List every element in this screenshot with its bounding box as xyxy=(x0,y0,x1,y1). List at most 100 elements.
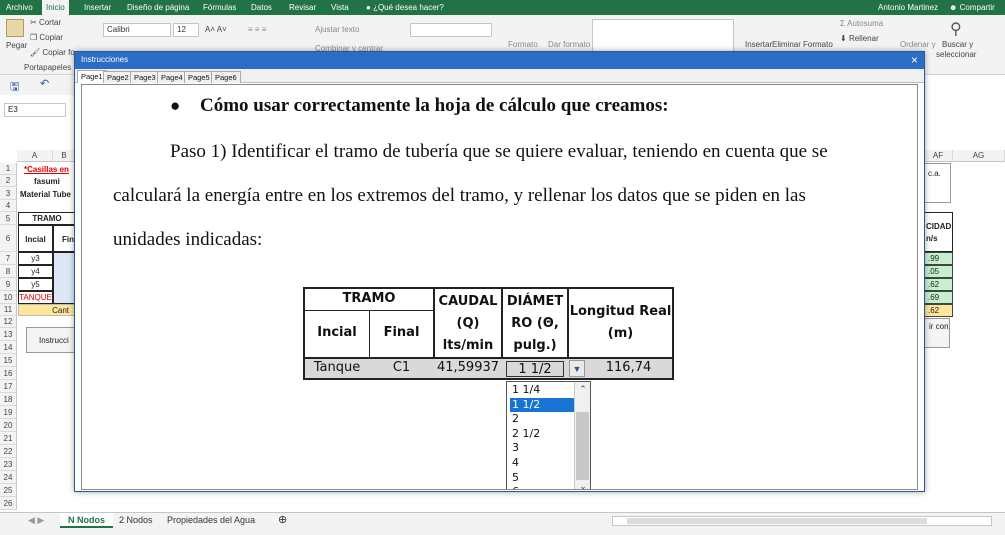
row-header-8[interactable]: 8 xyxy=(0,265,17,278)
prev-sheet-icon[interactable]: ◀ ▶ xyxy=(20,513,52,528)
row-header-6[interactable]: 6 xyxy=(0,225,17,252)
velocity-value[interactable]: .99 xyxy=(924,252,953,265)
row-header-9[interactable]: 9 xyxy=(0,278,17,291)
cell-af5[interactable]: CIDAD n/s xyxy=(924,212,953,252)
sort-filter-button[interactable]: Ordenar y xyxy=(900,40,936,49)
cell-a7[interactable]: y3 xyxy=(18,252,53,265)
tab-page4[interactable]: Page4 xyxy=(157,71,187,83)
chevron-down-icon[interactable]: ▼ xyxy=(569,360,585,377)
tab-diseno-pagina[interactable]: Diseño de página xyxy=(123,0,193,15)
velocity-value[interactable]: .05 xyxy=(924,265,953,278)
wrap-text-button[interactable]: Ajustar texto xyxy=(315,25,359,34)
row-header-1[interactable]: 1 xyxy=(0,163,17,175)
row-header-20[interactable]: 20 xyxy=(0,419,17,432)
copy-button[interactable]: ❐ Copiar xyxy=(30,33,63,42)
font-size-select[interactable]: 12 xyxy=(173,23,199,37)
cell-a1[interactable]: *Casillas en xyxy=(24,165,69,174)
row-header-5[interactable]: 5 xyxy=(0,212,17,225)
format-table-button[interactable]: Dar formato xyxy=(548,40,590,49)
cell-b7-b10[interactable] xyxy=(53,252,76,304)
row-header-3[interactable]: 3 xyxy=(0,187,17,200)
share-button[interactable]: ☻ Compartir xyxy=(945,0,999,15)
cell-a6[interactable]: Incial xyxy=(18,225,53,252)
row-header-12[interactable]: 12 xyxy=(0,316,17,328)
dropdown-option[interactable]: 1 1/4 xyxy=(510,383,574,398)
tab-insertar[interactable]: Insertar xyxy=(80,0,115,15)
dropdown-option[interactable]: 2 xyxy=(510,412,574,427)
tab-page2[interactable]: Page2 xyxy=(103,71,133,83)
row-header-7[interactable]: 7 xyxy=(0,252,17,265)
name-box[interactable]: E3 xyxy=(4,103,66,117)
col-header-ag[interactable]: AG xyxy=(953,150,1005,162)
row-header-14[interactable]: 14 xyxy=(0,341,17,354)
tab-page3[interactable]: Page3 xyxy=(130,71,160,83)
sheet-tab-propiedades[interactable]: Propiedades del Agua xyxy=(159,513,263,528)
row-header-15[interactable]: 15 xyxy=(0,354,17,367)
sheet-tab-n-nodos[interactable]: N Nodos xyxy=(60,513,113,528)
row-header-21[interactable]: 21 xyxy=(0,432,17,445)
tab-formulas[interactable]: Fórmulas xyxy=(199,0,240,15)
grow-font-icon[interactable]: A˄ A˅ xyxy=(205,25,227,34)
number-format-select[interactable] xyxy=(410,23,492,37)
row-header-24[interactable]: 24 xyxy=(0,471,17,484)
right-button[interactable]: ir con xyxy=(924,318,950,348)
col-header-a[interactable]: A xyxy=(17,150,53,162)
dropdown-option[interactable]: 5 xyxy=(510,471,574,486)
tab-inicio[interactable]: Inicio xyxy=(42,0,69,15)
tab-revisar[interactable]: Revisar xyxy=(285,0,320,15)
save-icon[interactable]: 🖫 xyxy=(10,78,19,97)
row-header-16[interactable]: 16 xyxy=(0,367,17,380)
cell-a9[interactable]: y5 xyxy=(18,278,53,291)
col-header-b[interactable]: B xyxy=(53,150,76,162)
font-name-select[interactable]: Calibri xyxy=(103,23,171,37)
cell-a2[interactable]: fasumi xyxy=(34,177,60,186)
close-icon[interactable]: × xyxy=(907,53,922,68)
find-select-button[interactable]: Buscar y xyxy=(942,40,973,49)
row-header-11[interactable]: 11 xyxy=(0,304,17,316)
cell-a8[interactable]: y4 xyxy=(18,265,53,278)
velocity-value[interactable]: .62 xyxy=(924,278,953,291)
instructions-button[interactable]: Instrucci xyxy=(26,327,76,353)
cond-format-button[interactable]: Formato xyxy=(508,40,538,49)
row-header-2[interactable]: 2 xyxy=(0,175,17,187)
col-header-af[interactable]: AF xyxy=(924,150,953,162)
dialog-title-bar[interactable] xyxy=(75,52,924,69)
cell-a10[interactable]: TANQUE xyxy=(18,291,53,304)
cell-af1[interactable]: c.a. xyxy=(924,163,951,203)
horizontal-scrollbar[interactable] xyxy=(612,516,992,526)
paste-button[interactable]: Pegar xyxy=(6,41,27,50)
paste-icon[interactable] xyxy=(6,19,24,37)
diameter-select[interactable]: 1 1/2 xyxy=(506,361,564,377)
row-header-13[interactable]: 13 xyxy=(0,328,17,341)
dropdown-option[interactable]: 4 xyxy=(510,456,574,471)
dropdown-option[interactable]: 1 1/2 xyxy=(510,397,574,413)
format-cells-button[interactable]: Formato xyxy=(803,40,833,49)
row-header-25[interactable]: 25 xyxy=(0,484,17,497)
row-header-10[interactable]: 10 xyxy=(0,291,17,304)
row-header-23[interactable]: 23 xyxy=(0,458,17,471)
dropdown-option[interactable]: 3 xyxy=(510,441,574,456)
sheet-tab-2-nodos[interactable]: 2 Nodos xyxy=(111,513,161,528)
dropdown-option[interactable]: 2 1/2 xyxy=(510,427,574,442)
row-header-4[interactable]: 4 xyxy=(0,200,17,212)
cell-a11[interactable]: Cant xyxy=(18,304,76,316)
format-painter-button[interactable]: 🖌 Copiar fo xyxy=(30,48,75,57)
cut-button[interactable]: ✂ Cortar xyxy=(30,18,61,27)
tell-me-box[interactable]: ● ¿Qué desea hacer? xyxy=(362,0,448,15)
row-header-22[interactable]: 22 xyxy=(0,445,17,458)
row-header-17[interactable]: 17 xyxy=(0,380,17,393)
row-header-19[interactable]: 19 xyxy=(0,406,17,419)
chevron-up-icon[interactable]: ⌃ xyxy=(575,382,591,396)
autosum-button[interactable]: Σ Autosuma xyxy=(840,19,883,28)
align-icons[interactable]: ≡ ≡ ≡ xyxy=(248,25,266,34)
dropdown-option[interactable]: 6 xyxy=(510,485,574,489)
cell-a3[interactable]: Material Tube xyxy=(20,190,71,199)
velocity-value[interactable]: .62 xyxy=(924,304,953,317)
cell-b6[interactable]: Fin xyxy=(53,225,76,252)
add-sheet-icon[interactable]: ⊕ xyxy=(270,513,295,528)
undo-icon[interactable]: ↶ xyxy=(40,77,49,90)
row-header-26[interactable]: 26 xyxy=(0,497,17,510)
tab-datos[interactable]: Datos xyxy=(247,0,276,15)
horizontal-scroll-thumb[interactable] xyxy=(627,518,927,524)
tab-page5[interactable]: Page5 xyxy=(184,71,214,83)
